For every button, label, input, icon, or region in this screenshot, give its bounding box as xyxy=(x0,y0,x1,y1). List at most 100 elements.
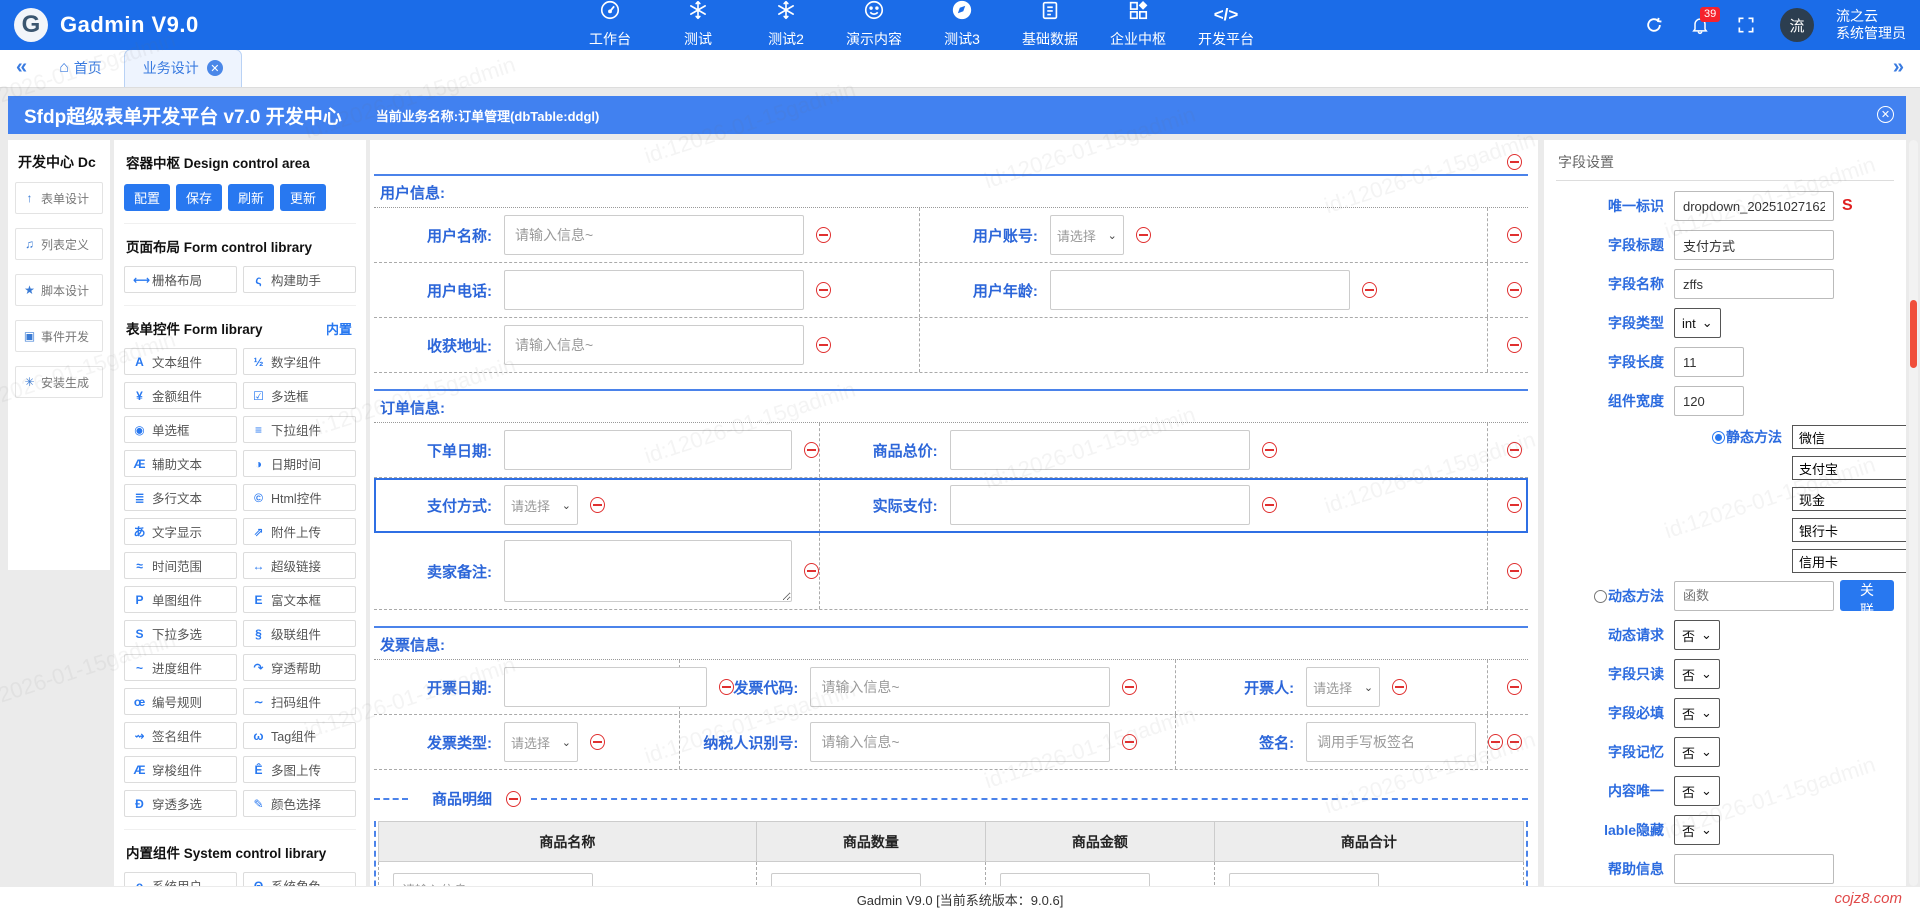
field-select[interactable]: 请选择 ⌄ xyxy=(504,485,578,525)
component-单选框[interactable]: ◉ 单选框 xyxy=(124,416,237,443)
top-nav-item-4[interactable]: 演示内容 xyxy=(834,0,914,55)
component-级联组件[interactable]: § 级联组件 xyxy=(243,620,356,647)
dev-header-close-icon[interactable]: ✕ xyxy=(1877,106,1894,123)
top-nav-item-3[interactable]: 测试2 xyxy=(746,0,826,55)
remove-icon[interactable] xyxy=(803,442,819,458)
field-input[interactable] xyxy=(810,722,1111,762)
component-多选框[interactable]: ☑ 多选框 xyxy=(243,382,356,409)
field-select[interactable]: 请选择 ⌄ xyxy=(1306,667,1381,707)
table-cell-input[interactable] xyxy=(1228,873,1379,886)
form-row[interactable]: 卖家备注: xyxy=(374,533,1528,610)
top-nav-item-8[interactable]: </> 开发平台 xyxy=(1186,0,1266,55)
remove-icon[interactable] xyxy=(1507,563,1522,579)
layout-item-构建助手[interactable]: ς 构建助手 xyxy=(243,266,356,293)
remove-icon[interactable] xyxy=(1261,497,1277,513)
settings-select-字段记忆[interactable]: 否 ⌄ xyxy=(1674,737,1720,767)
settings-select-lable隐藏[interactable]: 否 ⌄ xyxy=(1674,815,1720,845)
component-文本组件[interactable]: A 文本组件 xyxy=(124,348,237,375)
component-日期时间[interactable]: ◑ 日期时间 xyxy=(243,450,356,477)
static-option-input[interactable] xyxy=(1792,456,1906,480)
component-多行文本[interactable]: ≣ 多行文本 xyxy=(124,484,237,511)
static-option-input[interactable] xyxy=(1792,487,1906,511)
field-select[interactable]: 请选择 ⌄ xyxy=(1049,215,1124,255)
action-button-刷新[interactable]: 刷新 xyxy=(228,184,275,211)
settings-select-内容唯一[interactable]: 否 ⌄ xyxy=(1674,776,1720,806)
dynamic-function-input[interactable] xyxy=(1674,580,1834,611)
settings-input-字段长度[interactable] xyxy=(1674,347,1744,377)
remove-icon[interactable] xyxy=(1507,497,1522,513)
settings-select-动态请求[interactable]: 否 ⌄ xyxy=(1674,620,1720,650)
form-row[interactable]: 发票类型: 请选择 ⌄ 纳税人识别号: 签名: xyxy=(374,715,1528,770)
action-button-保存[interactable]: 保存 xyxy=(176,184,223,211)
fullscreen-icon[interactable] xyxy=(1734,13,1758,37)
associate-button[interactable]: 关联 xyxy=(1840,580,1894,618)
component-签名组件[interactable]: ⇝ 签名组件 xyxy=(124,722,237,749)
tab-business-design[interactable]: 业务设计 ✕ xyxy=(123,49,242,87)
remove-icon[interactable] xyxy=(803,563,819,579)
component-附件上传[interactable]: ⇗ 附件上传 xyxy=(243,518,356,545)
remove-icon[interactable] xyxy=(1261,442,1277,458)
component-Tag组件[interactable]: ω Tag组件 xyxy=(243,722,356,749)
remove-icon[interactable] xyxy=(1135,227,1151,243)
component-颜色选择[interactable]: ✎ 颜色选择 xyxy=(243,790,356,817)
component-数字组件[interactable]: ½ 数字组件 xyxy=(243,348,356,375)
table-cell-input[interactable] xyxy=(393,873,593,886)
remove-icon[interactable] xyxy=(1488,734,1504,750)
component-穿梭组件[interactable]: Æ 穿梭组件 xyxy=(124,756,237,783)
field-input[interactable] xyxy=(1306,722,1477,762)
table-cell-input[interactable] xyxy=(999,873,1150,886)
remove-icon[interactable] xyxy=(1507,227,1522,243)
radio-selected-icon[interactable] xyxy=(1712,431,1725,444)
remove-icon[interactable] xyxy=(719,679,734,695)
component-辅助文本[interactable]: Æ 辅助文本 xyxy=(124,450,237,477)
remove-icon[interactable] xyxy=(1122,679,1138,695)
field-input[interactable] xyxy=(810,667,1111,707)
radio-unselected-icon[interactable] xyxy=(1594,589,1607,603)
component-多图上传[interactable]: Ê 多图上传 xyxy=(243,756,356,783)
top-nav-item-6[interactable]: 基础数据 xyxy=(1010,0,1090,55)
top-nav-item-1[interactable]: 工作台 xyxy=(570,0,650,55)
field-input[interactable] xyxy=(504,215,804,255)
notifications-bell-icon[interactable]: 39 xyxy=(1688,7,1721,37)
top-nav-item-7[interactable]: 企业中枢 xyxy=(1098,0,1178,55)
system-component-系统角色[interactable]: Θ 系统角色 xyxy=(243,872,356,886)
component-下拉多选[interactable]: S 下拉多选 xyxy=(124,620,237,647)
remove-icon[interactable] xyxy=(1507,734,1522,750)
table-cell-input[interactable] xyxy=(770,873,921,886)
form-row[interactable]: 用户名称: 用户账号: 请选择 ⌄ xyxy=(374,208,1528,263)
tabs-collapse-right[interactable]: » xyxy=(1877,56,1920,87)
component-富文本框[interactable]: E 富文本框 xyxy=(243,586,356,613)
component-扫码组件[interactable]: ∼ 扫码组件 xyxy=(243,688,356,715)
remove-icon[interactable] xyxy=(816,282,831,298)
system-component-系统用户[interactable]: ρ 系统用户 xyxy=(124,872,237,886)
field-input[interactable] xyxy=(949,430,1250,470)
field-input[interactable] xyxy=(504,667,707,707)
remove-icon[interactable] xyxy=(590,497,605,513)
component-下拉组件[interactable]: ≡ 下拉组件 xyxy=(243,416,356,443)
top-nav-item-5[interactable]: 测试3 xyxy=(922,0,1002,55)
remove-icon[interactable] xyxy=(1507,154,1522,170)
settings-input-字段名称[interactable] xyxy=(1674,269,1834,299)
help-info-input[interactable] xyxy=(1674,854,1834,884)
remove-icon[interactable] xyxy=(1392,679,1408,695)
sidebar-item-列表定义[interactable]: ♫ 列表定义 xyxy=(15,228,103,260)
sidebar-item-表单设计[interactable]: ↑ 表单设计 xyxy=(15,182,103,214)
field-input[interactable] xyxy=(1049,270,1350,310)
remove-icon[interactable] xyxy=(1122,734,1138,750)
top-nav-item-2[interactable]: 测试 xyxy=(658,0,738,55)
remove-icon[interactable] xyxy=(1507,337,1522,353)
settings-select-字段必填[interactable]: 否 ⌄ xyxy=(1674,698,1720,728)
field-input[interactable] xyxy=(949,485,1250,525)
component-文字显示[interactable]: あ文字显示 xyxy=(124,518,237,545)
remove-icon[interactable] xyxy=(590,734,605,750)
remove-icon[interactable] xyxy=(816,337,831,353)
sidebar-item-事件开发[interactable]: ▣ 事件开发 xyxy=(15,320,103,352)
field-textarea[interactable] xyxy=(504,540,792,602)
component-时间范围[interactable]: ≈ 时间范围 xyxy=(124,552,237,579)
refresh-icon[interactable] xyxy=(1642,13,1666,37)
form-row[interactable]: 支付方式: 请选择 ⌄ 实际支付: xyxy=(374,478,1528,533)
component-超级链接[interactable]: ↔ 超级链接 xyxy=(243,552,356,579)
tab-close-icon[interactable]: ✕ xyxy=(206,60,223,76)
settings-input-组件宽度[interactable] xyxy=(1674,386,1744,416)
field-input[interactable] xyxy=(504,430,792,470)
